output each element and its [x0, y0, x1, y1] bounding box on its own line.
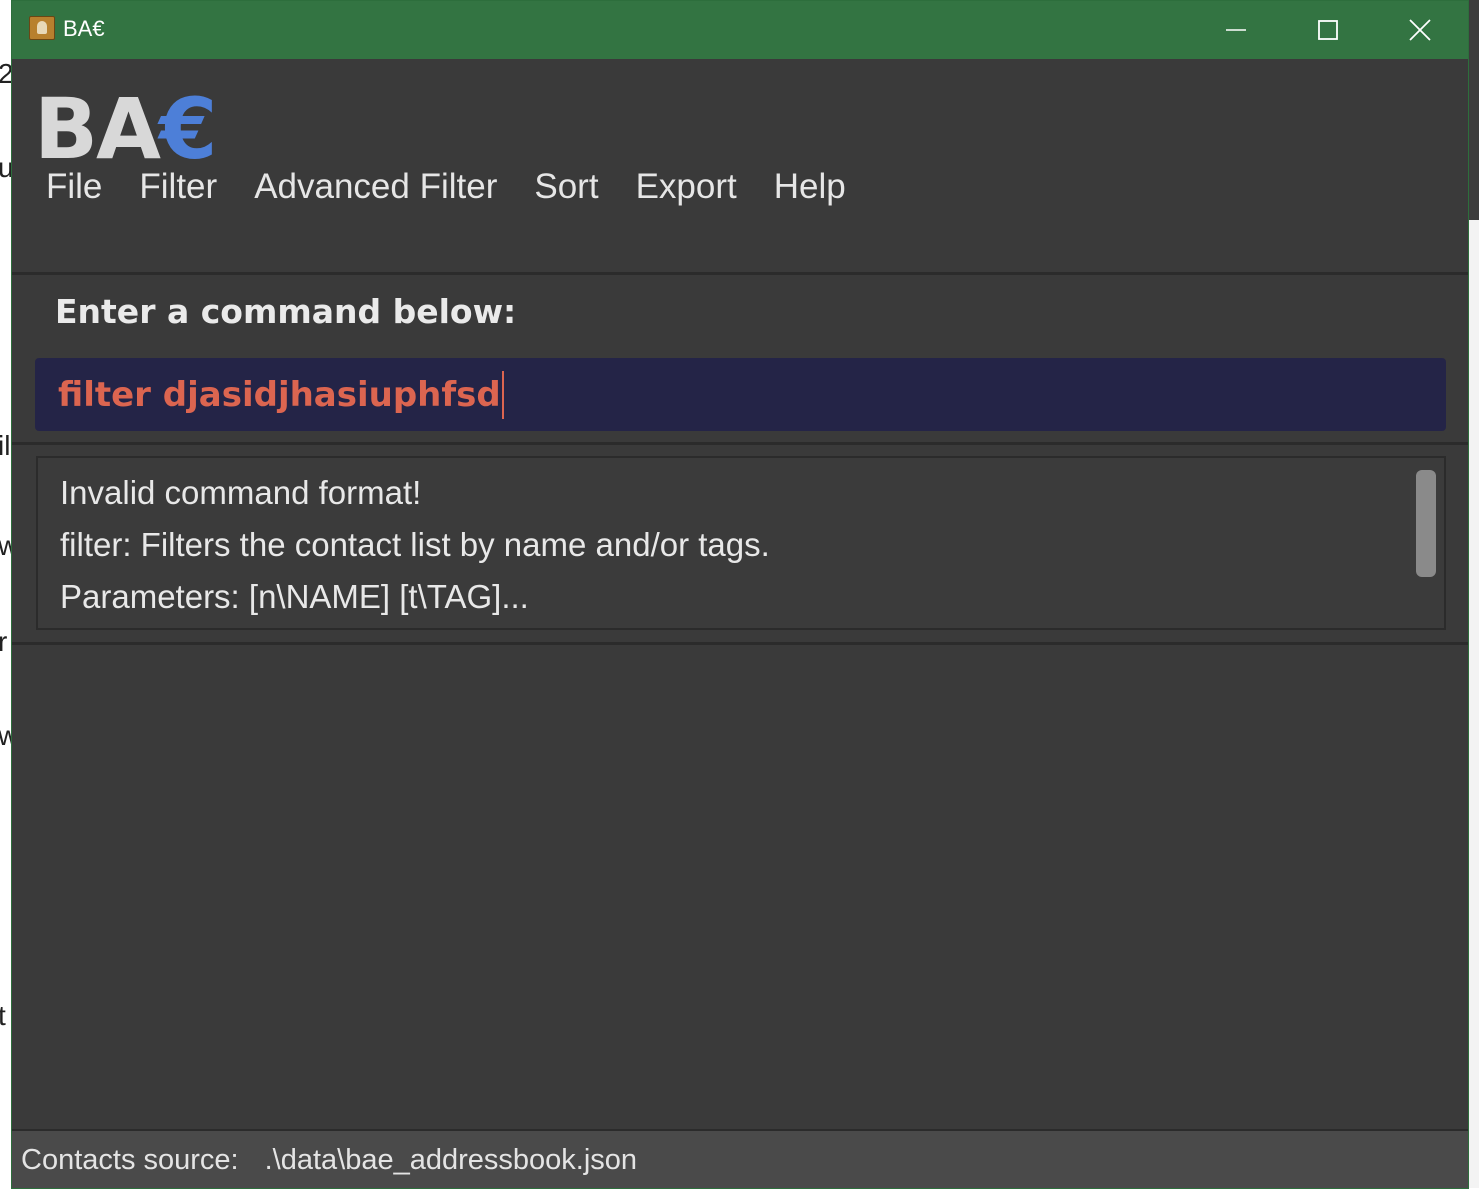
minimize-button[interactable] — [1190, 1, 1282, 59]
menu-bar: File Filter Advanced Filter Sort Export … — [12, 159, 849, 215]
background-text-fragment: r — [0, 626, 8, 657]
minimize-icon — [1226, 29, 1246, 31]
menu-file[interactable]: File — [46, 167, 102, 207]
divider — [12, 442, 1468, 445]
command-label: Enter a command below: — [55, 292, 517, 331]
menu-filter[interactable]: Filter — [139, 167, 217, 207]
result-display[interactable]: Invalid command format! filter: Filters … — [36, 456, 1446, 630]
title-bar[interactable]: BA€ — [12, 1, 1468, 59]
contacts-source-path: .\data\bae_addressbook.json — [264, 1144, 638, 1176]
menu-advanced-filter[interactable]: Advanced Filter — [254, 167, 497, 207]
window-title: BA€ — [63, 16, 105, 41]
background-window-footer — [0, 1188, 1479, 1199]
menu-export[interactable]: Export — [636, 167, 737, 207]
background-text-fragment: il — [0, 430, 11, 461]
close-icon — [1409, 19, 1431, 41]
contacts-source-label: Contacts source: — [21, 1144, 239, 1176]
result-line: Parameters: [n\NAME] [t\TAG]... — [60, 578, 529, 615]
command-input[interactable]: filter djasidjhasiuphfsd — [35, 358, 1446, 431]
close-button[interactable] — [1374, 1, 1466, 59]
background-text-fragment: t — [0, 1000, 6, 1031]
result-line: Invalid command format! — [60, 474, 422, 511]
text-caret — [501, 370, 504, 419]
command-input-text[interactable]: filter djasidjhasiuphfsd — [58, 375, 501, 415]
menu-help[interactable]: Help — [774, 167, 846, 207]
divider — [12, 272, 1468, 275]
address-book-icon — [29, 16, 55, 40]
status-bar: Contacts source: .\data\bae_addressbook.… — [12, 1129, 1468, 1188]
app-window: BA€ BA€ File Filter Advanced Filter Sort — [11, 0, 1469, 1189]
maximize-button[interactable] — [1282, 1, 1374, 59]
maximize-icon — [1318, 20, 1338, 40]
background-window-edge — [1468, 0, 1479, 220]
result-line: filter: Filters the contact list by name… — [60, 526, 770, 563]
scrollbar-thumb[interactable] — [1416, 470, 1436, 577]
menu-sort[interactable]: Sort — [534, 167, 598, 207]
divider — [12, 642, 1468, 645]
